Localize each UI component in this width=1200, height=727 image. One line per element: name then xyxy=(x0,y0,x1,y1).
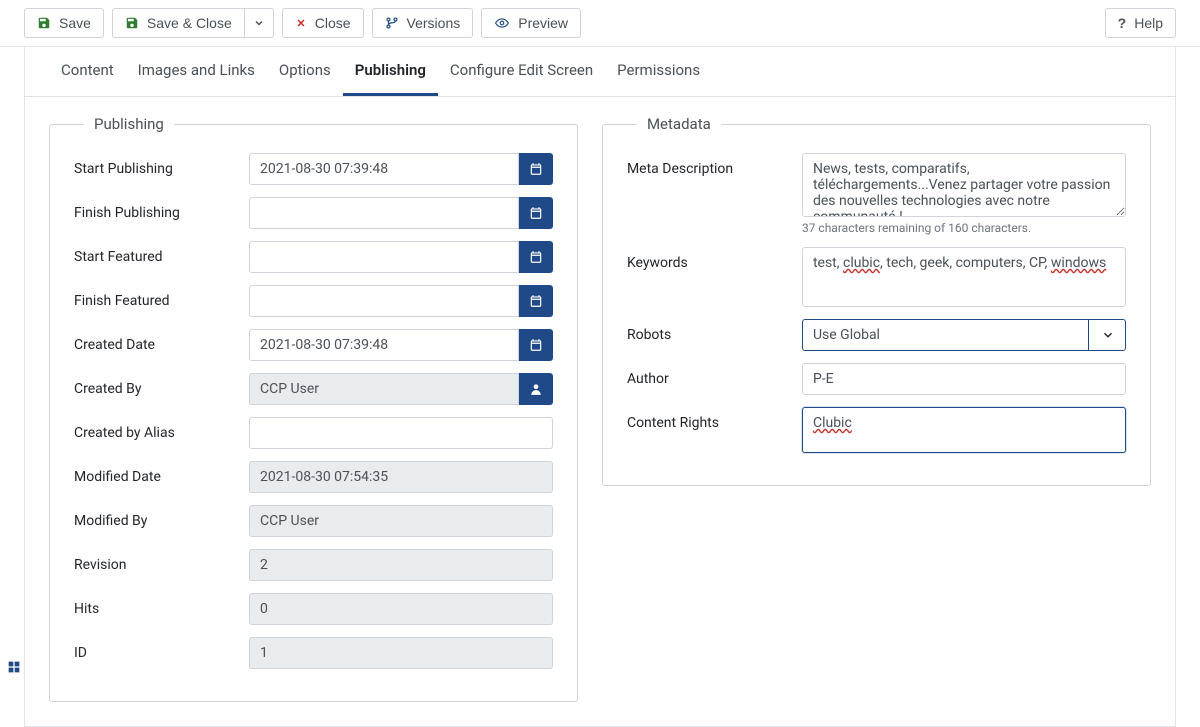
save-close-label: Save & Close xyxy=(147,15,232,31)
robots-label: Robots xyxy=(627,319,802,343)
calendar-button[interactable] xyxy=(519,329,553,361)
tab-permissions[interactable]: Permissions xyxy=(605,47,712,96)
save-icon xyxy=(125,16,139,30)
tab-configure[interactable]: Configure Edit Screen xyxy=(438,47,605,96)
hits-input xyxy=(249,593,553,625)
publishing-fieldset: Publishing Start Publishing Finish Publi… xyxy=(49,115,578,702)
calendar-button[interactable] xyxy=(519,153,553,185)
metadata-fieldset: Metadata Meta Description 37 characters … xyxy=(602,115,1151,486)
user-icon xyxy=(529,382,543,396)
modified-date-input xyxy=(249,461,553,493)
calendar-icon xyxy=(529,338,543,352)
toolbar: Save Save & Close Close Versions Preview… xyxy=(0,0,1200,47)
finish-featured-label: Finish Featured xyxy=(74,285,249,309)
content: Publishing Start Publishing Finish Publi… xyxy=(24,97,1176,727)
tabs: Content Images and Links Options Publish… xyxy=(24,47,1176,97)
created-date-label: Created Date xyxy=(74,329,249,353)
save-button[interactable]: Save xyxy=(24,8,104,38)
publishing-legend: Publishing xyxy=(84,115,174,133)
revision-label: Revision xyxy=(74,549,249,573)
save-close-dropdown-button[interactable] xyxy=(245,8,274,38)
close-label: Close xyxy=(315,15,351,31)
created-by-alias-label: Created by Alias xyxy=(74,417,249,441)
chevron-down-icon xyxy=(253,17,265,29)
content-rights-label: Content Rights xyxy=(627,407,802,431)
hits-label: Hits xyxy=(74,593,249,617)
created-by-label: Created By xyxy=(74,373,249,397)
help-label: Help xyxy=(1134,15,1163,31)
tab-images-links[interactable]: Images and Links xyxy=(126,47,267,96)
calendar-icon xyxy=(529,162,543,176)
tab-publishing[interactable]: Publishing xyxy=(343,47,438,96)
save-label: Save xyxy=(59,15,91,31)
created-date-input[interactable] xyxy=(249,329,519,361)
calendar-icon xyxy=(529,206,543,220)
save-close-group: Save & Close xyxy=(112,8,274,38)
branch-icon xyxy=(385,16,399,30)
tab-options[interactable]: Options xyxy=(267,47,343,96)
metadata-legend: Metadata xyxy=(637,115,721,133)
close-icon xyxy=(295,17,307,29)
meta-description-hint: 37 characters remaining of 160 character… xyxy=(802,221,1126,235)
save-icon xyxy=(37,16,51,30)
start-featured-label: Start Featured xyxy=(74,241,249,265)
preview-button[interactable]: Preview xyxy=(481,8,581,38)
calendar-icon xyxy=(529,294,543,308)
modified-by-input xyxy=(249,505,553,537)
close-button[interactable]: Close xyxy=(282,8,364,38)
tab-content[interactable]: Content xyxy=(49,47,126,96)
created-by-alias-input[interactable] xyxy=(249,417,553,449)
start-publishing-input[interactable] xyxy=(249,153,519,185)
id-input xyxy=(249,637,553,669)
joomla-icon xyxy=(6,659,22,675)
user-picker-button[interactable] xyxy=(519,373,553,405)
robots-select[interactable]: Use Global xyxy=(802,319,1126,351)
meta-description-input[interactable] xyxy=(802,153,1126,217)
revision-input xyxy=(249,549,553,581)
finish-featured-input[interactable] xyxy=(249,285,519,317)
author-input[interactable] xyxy=(802,363,1126,395)
finish-publishing-input[interactable] xyxy=(249,197,519,229)
meta-description-label: Meta Description xyxy=(627,153,802,177)
keywords-input[interactable]: test, clubic, tech, geek, computers, CP,… xyxy=(802,247,1126,307)
id-label: ID xyxy=(74,637,249,661)
modified-by-label: Modified By xyxy=(74,505,249,529)
calendar-button[interactable] xyxy=(519,241,553,273)
modified-date-label: Modified Date xyxy=(74,461,249,485)
versions-button[interactable]: Versions xyxy=(372,8,474,38)
calendar-button[interactable] xyxy=(519,197,553,229)
finish-publishing-label: Finish Publishing xyxy=(74,197,249,221)
versions-label: Versions xyxy=(407,15,461,31)
eye-icon xyxy=(494,16,510,30)
calendar-icon xyxy=(529,250,543,264)
keywords-label: Keywords xyxy=(627,247,802,271)
author-label: Author xyxy=(627,363,802,387)
start-publishing-label: Start Publishing xyxy=(74,153,249,177)
calendar-button[interactable] xyxy=(519,285,553,317)
help-button[interactable]: ? Help xyxy=(1105,8,1176,38)
created-by-input[interactable] xyxy=(249,373,519,405)
content-rights-input[interactable]: Clubic xyxy=(802,407,1126,453)
save-close-button[interactable]: Save & Close xyxy=(112,8,245,38)
preview-label: Preview xyxy=(518,15,568,31)
start-featured-input[interactable] xyxy=(249,241,519,273)
help-icon: ? xyxy=(1118,15,1127,31)
